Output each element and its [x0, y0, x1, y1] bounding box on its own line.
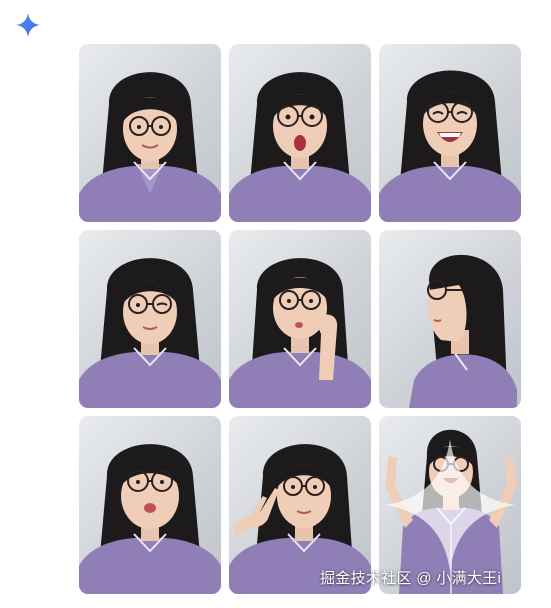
- portrait-illustration: [79, 72, 221, 222]
- portrait-illustration: [229, 258, 371, 408]
- photo-6-side-profile[interactable]: [379, 230, 521, 408]
- portrait-illustration: [79, 258, 221, 408]
- source-watermark: 掘金技术社区 @ 小满大王i: [320, 570, 502, 587]
- portrait-illustration: [229, 72, 371, 222]
- portrait-illustration: [379, 70, 521, 222]
- portrait-illustration: [409, 254, 517, 408]
- gemini-sparkle-icon: [16, 13, 40, 37]
- photo-5-chin-on-hand[interactable]: [229, 230, 371, 408]
- photo-1-glasses-smile[interactable]: [79, 44, 221, 222]
- portrait-illustration: [79, 444, 221, 594]
- photo-3-glasses-laughing[interactable]: [379, 44, 521, 222]
- photo-7-kissy-face[interactable]: [79, 416, 221, 594]
- photo-2-glasses-surprised[interactable]: [229, 44, 371, 222]
- photo-grid: [79, 44, 522, 594]
- photo-4-glasses-wink[interactable]: [79, 230, 221, 408]
